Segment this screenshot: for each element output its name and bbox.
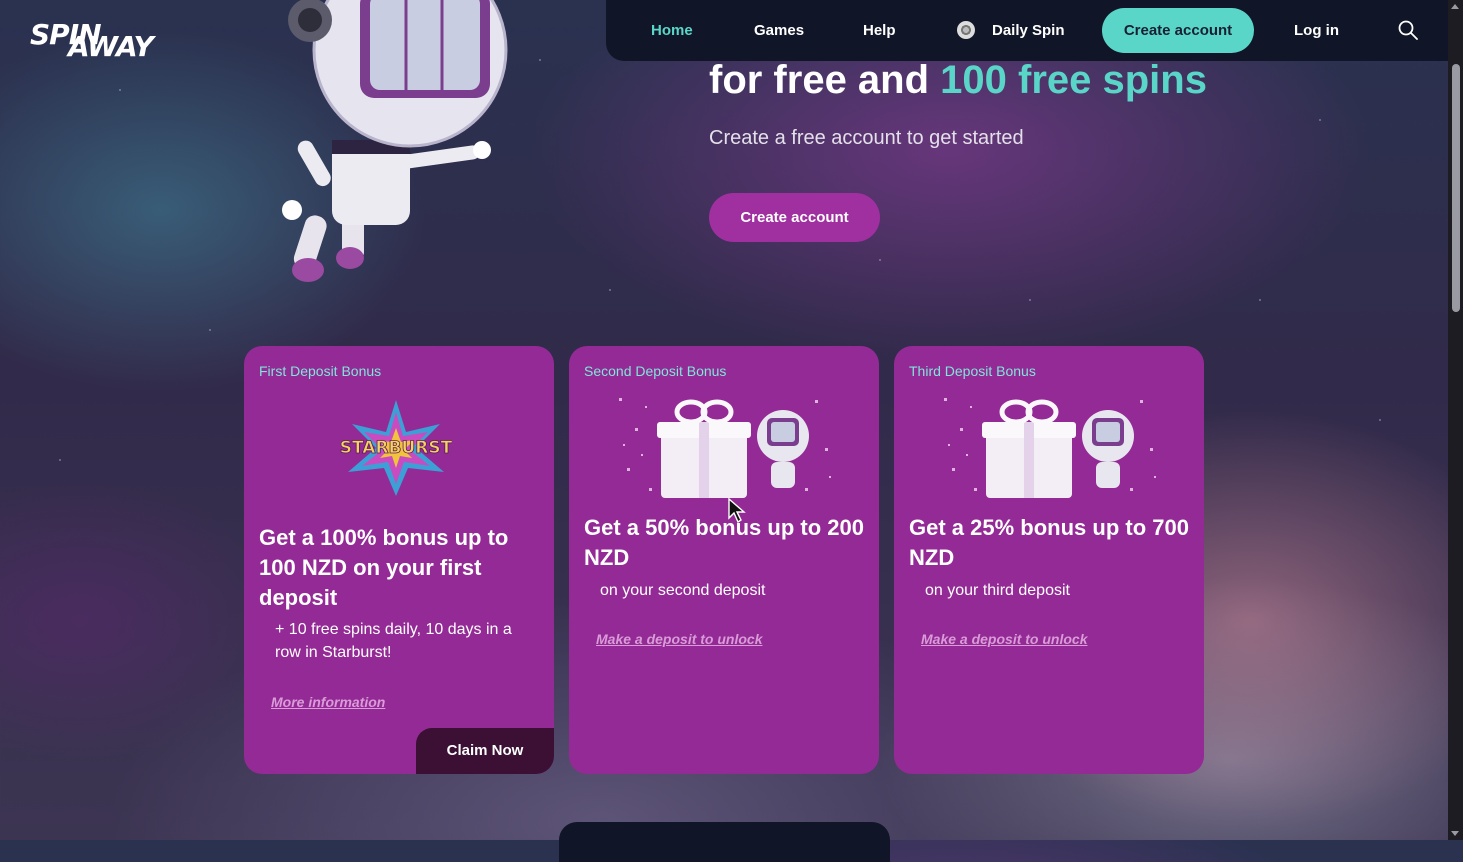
gift-robot-illustration	[944, 398, 1156, 498]
hero-title-highlight: 100 free spins	[940, 58, 1207, 102]
logo-text-line2: AWAY	[68, 30, 154, 63]
scroll-up-arrow-icon[interactable]	[1451, 4, 1459, 9]
more-information-link[interactable]: More information	[271, 694, 385, 710]
hero-create-account-button[interactable]: Create account	[709, 193, 880, 242]
deposit-unlock-link[interactable]: Make a deposit to unlock	[596, 631, 762, 647]
second-deposit-bonus-card: Second Deposit Bonus Get a 50% bonus up …	[569, 346, 879, 774]
starburst-game-logo: STARBURST	[340, 400, 452, 496]
gift-robot-illustration	[619, 398, 831, 498]
hero-subtitle: Create a free account to get started	[709, 127, 1024, 149]
robot-mascot-illustration	[282, 0, 508, 282]
login-link[interactable]: Log in	[1294, 0, 1339, 61]
scrollbar-thumb[interactable]	[1452, 64, 1460, 312]
card-label: Third Deposit Bonus	[909, 363, 1036, 379]
card-title: Get a 25% bonus up to 700 NZD	[909, 515, 1189, 570]
card-subtitle: on your third deposit	[925, 582, 1070, 599]
spinaway-logo[interactable]: SPIN AWAY	[30, 18, 154, 63]
card-label: First Deposit Bonus	[259, 363, 382, 379]
scroll-down-arrow-icon[interactable]	[1451, 831, 1459, 836]
nav-daily-spin[interactable]: Daily Spin	[992, 0, 1065, 61]
nav-games[interactable]: Games	[754, 0, 804, 61]
card-subtitle: on your second deposit	[600, 582, 766, 599]
first-deposit-bonus-card: First Deposit Bonus STARBURST Get a 100%…	[244, 346, 554, 774]
card-title: Get a 100% bonus up to 100 NZD on your f…	[259, 525, 509, 610]
card-subtitle: + 10 free spins daily, 10 days in a row …	[275, 621, 512, 661]
mouse-pointer-icon	[728, 498, 746, 524]
card-label: Second Deposit Bonus	[584, 363, 727, 379]
page-scrollbar[interactable]	[1448, 0, 1463, 840]
search-icon[interactable]	[1398, 20, 1418, 40]
wheel-icon	[957, 21, 975, 39]
third-deposit-bonus-card: Third Deposit Bonus Get a 25% bonus up t…	[894, 346, 1204, 774]
claim-now-button[interactable]: Claim Now	[416, 728, 554, 774]
nav-home[interactable]: Home	[651, 0, 693, 61]
top-navigation: Home Games Help Daily Spin Create accoun…	[606, 0, 1448, 61]
bottom-panel	[559, 822, 890, 862]
deposit-unlock-link[interactable]: Make a deposit to unlock	[921, 631, 1087, 647]
hero-title-text: for free and	[709, 58, 941, 102]
nav-help[interactable]: Help	[863, 0, 896, 61]
create-account-button[interactable]: Create account	[1102, 8, 1254, 53]
card-title: Get a 50% bonus up to 200 NZD	[584, 515, 864, 570]
hero-title: for free and 100 free spins	[709, 58, 1207, 103]
starburst-logo-text: STARBURST	[340, 438, 452, 458]
